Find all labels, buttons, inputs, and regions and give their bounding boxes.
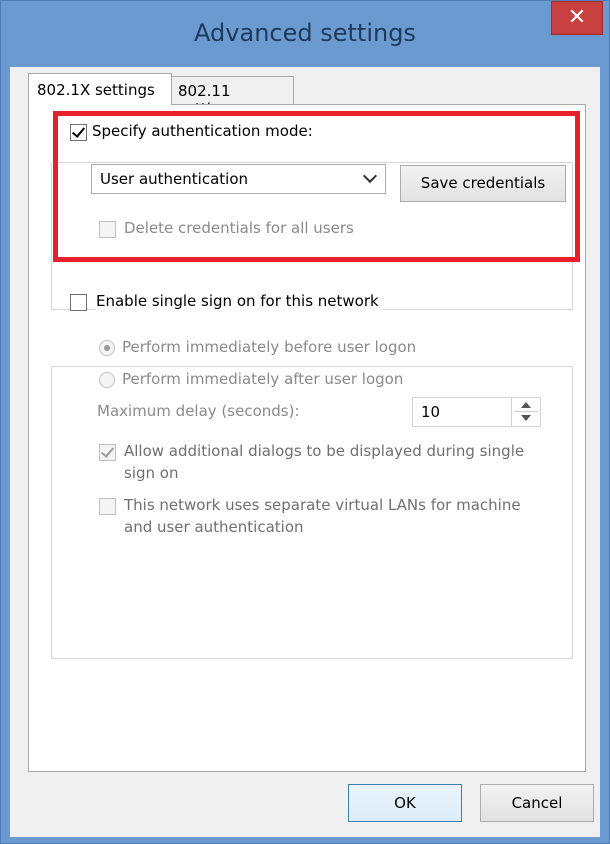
close-icon: ✕ [567,5,587,30]
separate-vlan-label: This network uses separate virtual LANs … [124,496,521,536]
delete-credentials-checkbox[interactable] [99,221,116,238]
tab-panel [28,104,586,772]
max-delay-value: 10 [421,403,441,421]
chevron-down-icon [362,168,378,184]
specify-auth-mode-checkbox[interactable] [70,124,87,141]
enable-sso-checkbox[interactable] [70,294,87,311]
perform-before-logon-label: Perform immediately before user logon [122,338,417,356]
tab-802-1x-settings[interactable]: 802.1X settings [28,73,172,105]
tab-802-11-settings[interactable]: 802.11 settings [172,76,294,118]
auth-mode-select[interactable]: User authentication [91,164,386,194]
advanced-settings-window: Advanced settings ✕ 802.1X settings 802.… [0,0,610,844]
perform-before-logon-radio[interactable] [99,340,115,356]
max-delay-spinner[interactable]: 10 [412,397,541,427]
arrow-up-icon[interactable] [521,402,531,408]
perform-after-logon-radio[interactable] [99,372,115,388]
close-button[interactable]: ✕ [551,1,603,35]
title-bar[interactable]: Advanced settings ✕ [1,1,609,69]
delete-credentials-label: Delete credentials for all users [124,219,356,237]
max-delay-label: Maximum delay (seconds): [97,402,300,420]
ok-button[interactable]: OK [348,784,462,822]
enable-sso-label: Enable single sign on for this network [96,292,383,310]
arrow-down-icon[interactable] [521,415,531,421]
separate-vlan-checkbox[interactable] [99,498,116,515]
save-credentials-button[interactable]: Save credentials [400,165,566,202]
allow-dialogs-label: Allow additional dialogs to be displayed… [124,442,525,482]
cancel-button[interactable]: Cancel [480,784,594,822]
perform-after-logon-label: Perform immediately after user logon [122,370,404,388]
auth-mode-value: User authentication [100,170,249,188]
specify-auth-mode-label: Specify authentication mode: [92,122,317,140]
spinner-arrows[interactable] [511,398,540,426]
allow-dialogs-checkbox[interactable] [99,444,116,461]
window-title: Advanced settings [194,19,416,47]
spinner-divider [514,411,538,412]
